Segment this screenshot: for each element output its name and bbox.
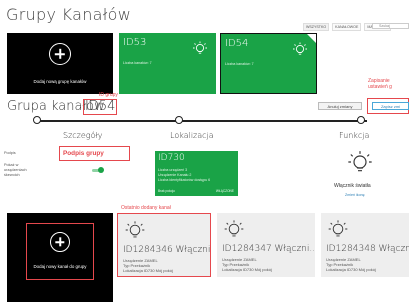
filter-all[interactable]: WSZYSTKO [303,23,330,31]
location-id: ID730 [158,153,185,163]
page-title: Grupy Kanałów [6,5,132,24]
add-group-card[interactable]: Dodaj nową grupę kanałów [7,33,113,94]
plus-icon [50,232,70,252]
bulb-icon [193,41,207,54]
add-group-label: Dodaj nową grupę kanałów [33,79,87,84]
function-name: Włącznik światła [334,183,371,189]
location-line-3: Liczba identyfikatorów dostępu 6 [158,178,211,182]
bulb-icon [125,221,145,238]
bulb-icon [224,220,244,237]
show-in-devices-toggle[interactable] [92,167,104,173]
step-label-location: Lokalizacja [170,131,214,140]
channel-location: Lokalizacja ID730 Mój pokój [222,267,272,272]
channel-location: Lokalizacja ID730 Mój pokój [326,267,376,272]
group-card-id54[interactable]: ID54 Liczba kanałów: 7 [220,33,317,94]
location-line-2: Urządzenie Kanału 2 [158,173,192,177]
channel-location: Lokalizacja ID730 Mój pokój [123,268,173,273]
group-card-id: ID53 [123,37,147,48]
annotation-last-channel: Ostatnio dodany kanał [121,205,171,211]
step-dot-function[interactable] [357,116,365,124]
group-card-id: ID54 [225,38,249,49]
channel-name: ID1284348 Włączni [326,244,409,254]
location-card[interactable]: ID730 Liczba urządzeń 3 Urządzenie Kanał… [155,151,238,196]
annotation-save: Zapisanie ustawień g [368,78,392,90]
group-card-subtitle: Liczba kanałów: 7 [225,62,254,66]
channel-name: ID1284347 Włączni... [222,244,315,254]
save-changes-button[interactable]: Zapisz zmi [372,102,409,110]
location-room: Brak pokoju [158,189,175,193]
step-dot-location[interactable] [175,116,183,124]
bulb-icon [348,151,372,172]
section-group-id: ID54 [83,99,118,115]
step-dot-details[interactable] [33,116,41,124]
step-label-details: Szczegóły [63,131,103,140]
change-icon-link[interactable]: Zmień ikonę [345,193,365,197]
signature-label: Podpis [4,151,16,155]
group-card-subtitle: Liczba kanałów: 7 [123,61,152,65]
steps-line [37,120,367,122]
search-input[interactable]: Szukaj [372,23,409,29]
add-channel-label: Dodaj nowy kanał do grupy [33,264,87,269]
cancel-changes-button[interactable]: Anuluj zmiany [318,102,362,110]
annotation-group-id: ID grupy [99,92,118,98]
bulb-icon [328,220,348,237]
location-line-1: Liczba urządzeń 3 [158,168,188,172]
location-status: WŁĄCZONE [215,189,234,193]
filter-channels[interactable]: KANAŁOWOE [332,23,362,31]
channel-name: ID1284346 Włączni... [123,245,211,255]
show-in-devices-label: Pokaż w urządzeniach śkewoich [4,163,27,177]
channel-card-3[interactable]: ID1284348 Włączni Urządzenie ZAMEL Typ P… [321,213,409,277]
bulb-icon [293,42,307,55]
plus-icon [49,43,71,65]
channel-card-2[interactable]: ID1284347 Włączni... Urządzenie ZAMEL Ty… [217,213,315,277]
add-channel-card[interactable]: Dodaj nowy kanał do grupy [7,213,113,302]
step-label-function: Funkcja [339,131,370,140]
signature-input[interactable]: Podpis grupy [63,150,104,157]
group-card-id53[interactable]: ID53 Liczba kanałów: 7 [119,33,216,94]
channel-card-1[interactable]: ID1284346 Włączni... Urządzenie ZAMEL Ty… [117,213,211,277]
